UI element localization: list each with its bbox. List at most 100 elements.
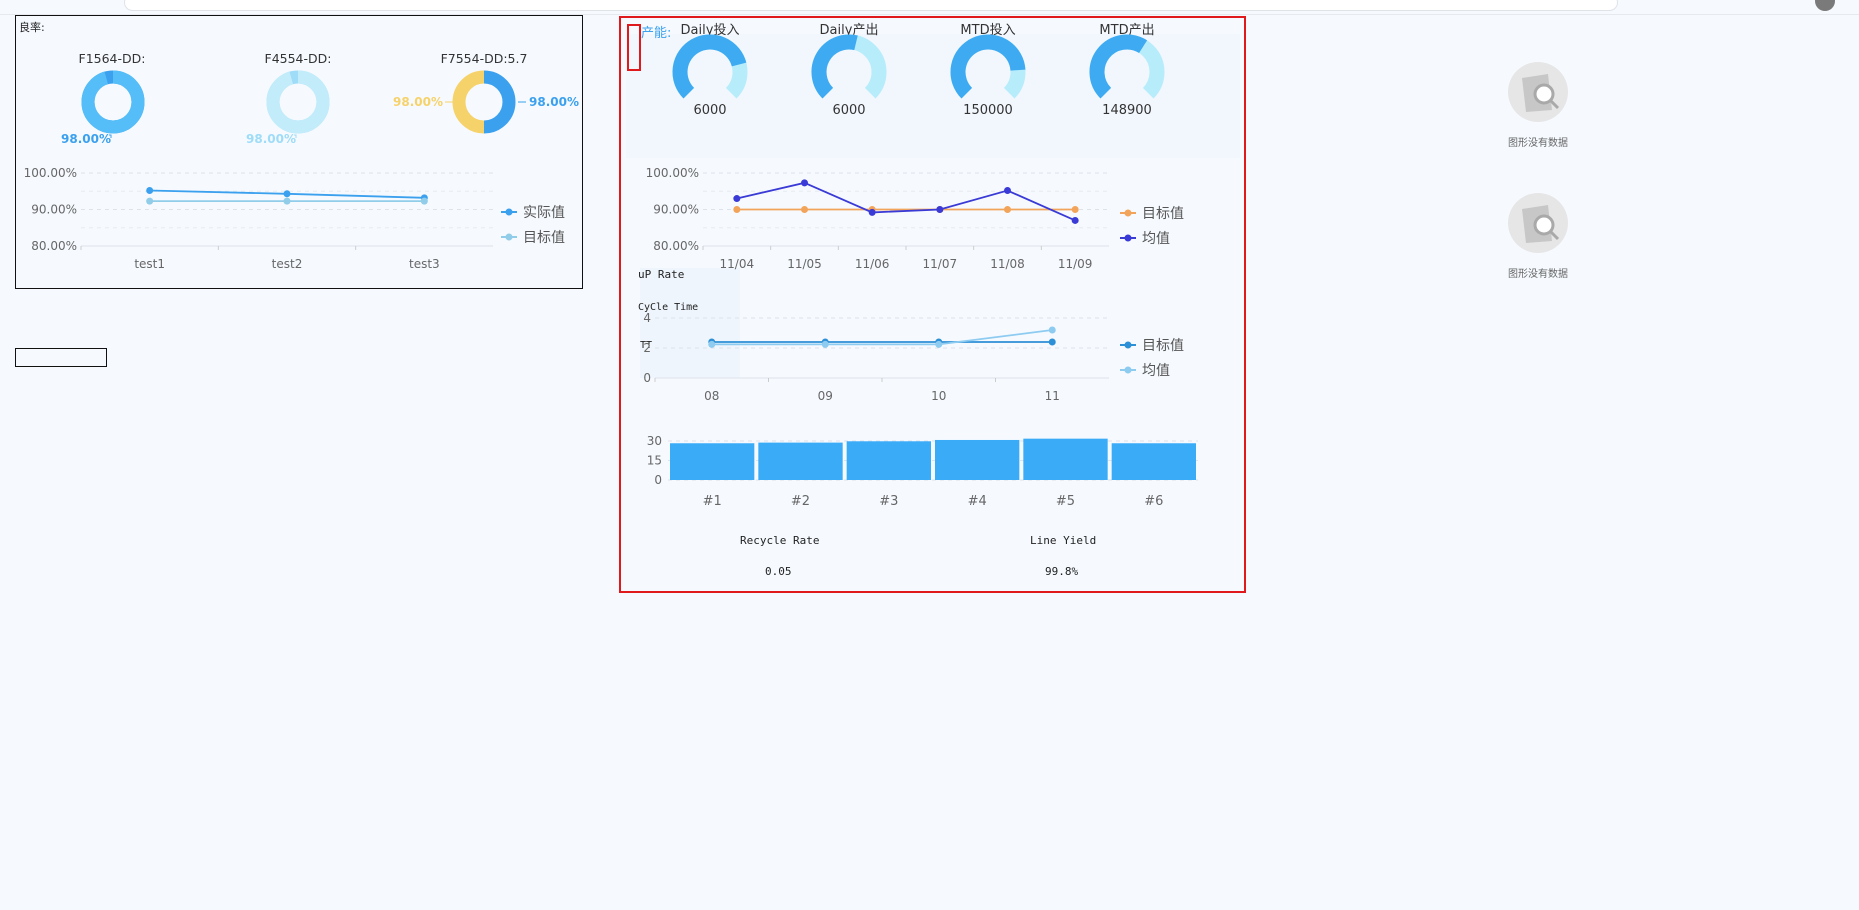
y-tick-label: 90.00%: [653, 203, 699, 217]
recycle-rate-value: 0.05: [765, 565, 792, 578]
y-tick-label: 0: [643, 371, 651, 385]
x-tick-label: #1: [703, 494, 722, 509]
donut-2-arc: [266, 70, 330, 134]
data-point: [1048, 326, 1056, 334]
up-rate-label: uP Rate: [638, 268, 685, 281]
donut-3-pct-right: 98.00%: [529, 95, 579, 109]
legend-label: 目标值: [523, 230, 565, 246]
data-point: [420, 197, 428, 205]
trend-line-chart: 100.00% 90.00% 80.00% 11/04 11/05 11/06 11/07 1…: [646, 166, 1184, 271]
data-point: [146, 187, 154, 195]
x-tick-label: 11: [1045, 389, 1060, 403]
legend-marker: [1124, 209, 1132, 217]
data-point: [283, 197, 291, 205]
bar: [1023, 438, 1108, 480]
recycle-rate-label: Recycle Rate: [740, 534, 820, 547]
gauge-value: 148900: [1102, 103, 1152, 118]
donut-3-pct-left: 98.00%: [393, 95, 443, 109]
y-tick-label: 90.00%: [31, 203, 77, 217]
x-tick-label: 11/04: [720, 257, 755, 271]
data-point: [1071, 206, 1079, 213]
data-point: [1048, 338, 1056, 346]
legend-marker: [505, 208, 513, 216]
legend-label: 目标值: [1142, 338, 1184, 354]
bar: [1111, 443, 1196, 480]
capacity-gauges: Daily投入6000Daily产出6000MTD投入150000MTD产出14…: [672, 22, 1165, 118]
legend-marker: [1124, 366, 1132, 374]
yield-title: 良率:: [19, 21, 45, 34]
legend-label: 实际值: [523, 205, 565, 221]
x-tick-label: 11/07: [923, 257, 958, 271]
x-tick-label: #5: [1056, 494, 1075, 509]
y-tick-label: 80.00%: [653, 239, 699, 253]
x-tick-label: #4: [968, 494, 987, 509]
data-point: [283, 190, 291, 198]
x-tick-label: test2: [272, 257, 303, 271]
gauge-value: 6000: [693, 103, 726, 118]
bar: [670, 443, 755, 480]
legend-marker: [1124, 341, 1132, 349]
data-point: [1004, 187, 1011, 195]
donut-1-pct: 98.00%: [61, 132, 111, 146]
legend-marker: [1124, 234, 1132, 242]
x-tick-label: test1: [134, 257, 165, 271]
donut-1-arc: [81, 70, 145, 134]
donut-3-right-arc: [483, 70, 516, 134]
bar: [846, 441, 931, 480]
line-yield-label: Line Yield: [1030, 534, 1097, 547]
selection-marker[interactable]: [627, 24, 641, 71]
data-point: [936, 206, 944, 213]
y-tick-label: 100.00%: [646, 166, 699, 180]
data-point: [1071, 216, 1079, 224]
y-tick-label: 4: [643, 311, 651, 325]
y-tick-label: 2: [643, 341, 651, 355]
bar: [758, 442, 843, 480]
no-data-placeholder-1: 图形没有数据: [1500, 60, 1576, 149]
data-point: [733, 206, 741, 213]
legend-label: 均值: [1142, 363, 1170, 379]
cycle-time-chart: 4 2 0 08 09 10 11 目标值均值: [643, 311, 1184, 403]
no-data-text: 图形没有数据: [1508, 269, 1568, 280]
x-tick-label: 10: [931, 389, 946, 403]
donut-3-left-arc: [452, 70, 485, 134]
data-point: [708, 340, 716, 348]
x-tick-label: 11/06: [855, 257, 890, 271]
data-point: [733, 195, 741, 203]
data-point: [935, 340, 943, 348]
series-line-2: [736, 181, 1076, 222]
x-tick-label: #6: [1144, 494, 1163, 509]
data-point: [801, 179, 808, 187]
legend-label: 均值: [1142, 231, 1170, 247]
x-tick-label: 08: [704, 389, 719, 403]
x-tick-label: 11/09: [1058, 257, 1093, 271]
donut-3-label: F7554-DD:5.7: [441, 51, 528, 66]
x-tick-label: 11/05: [787, 257, 822, 271]
x-tick-label: 09: [818, 389, 833, 403]
x-tick-label: #2: [791, 494, 810, 509]
donut-2-pct: 98.00%: [246, 132, 296, 146]
gauge-fill: [811, 34, 858, 99]
y-tick-label: 0: [654, 473, 662, 487]
data-point: [821, 340, 829, 348]
address-bar[interactable]: [124, 0, 1618, 11]
y-tick-label: 100.00%: [24, 166, 77, 180]
data-point: [868, 208, 876, 216]
data-point: [146, 197, 154, 205]
no-data-text: 图形没有数据: [1508, 138, 1568, 149]
line-yield-value: 99.8%: [1045, 565, 1079, 578]
x-tick-label: test3: [409, 257, 440, 271]
data-point: [801, 206, 808, 213]
yield-line-chart: 100.00% 90.00% 80.00% test1 test2 test3 实际值目标值: [24, 166, 565, 271]
no-data-placeholder-2: 图形没有数据: [1500, 191, 1576, 280]
no-data-icon: [1508, 62, 1568, 122]
legend-label: 目标值: [1142, 206, 1184, 222]
legend-marker: [505, 233, 513, 241]
x-tick-label: #3: [879, 494, 898, 509]
gauge-fill: [1089, 34, 1148, 99]
donut-1-label: F1564-DD:: [79, 51, 146, 66]
y-tick-label: 30: [647, 434, 662, 448]
donut-2-label: F4554-DD:: [265, 51, 332, 66]
y-tick-label: 80.00%: [31, 239, 77, 253]
gauge-value: 6000: [832, 103, 865, 118]
no-data-icon: [1508, 193, 1568, 253]
